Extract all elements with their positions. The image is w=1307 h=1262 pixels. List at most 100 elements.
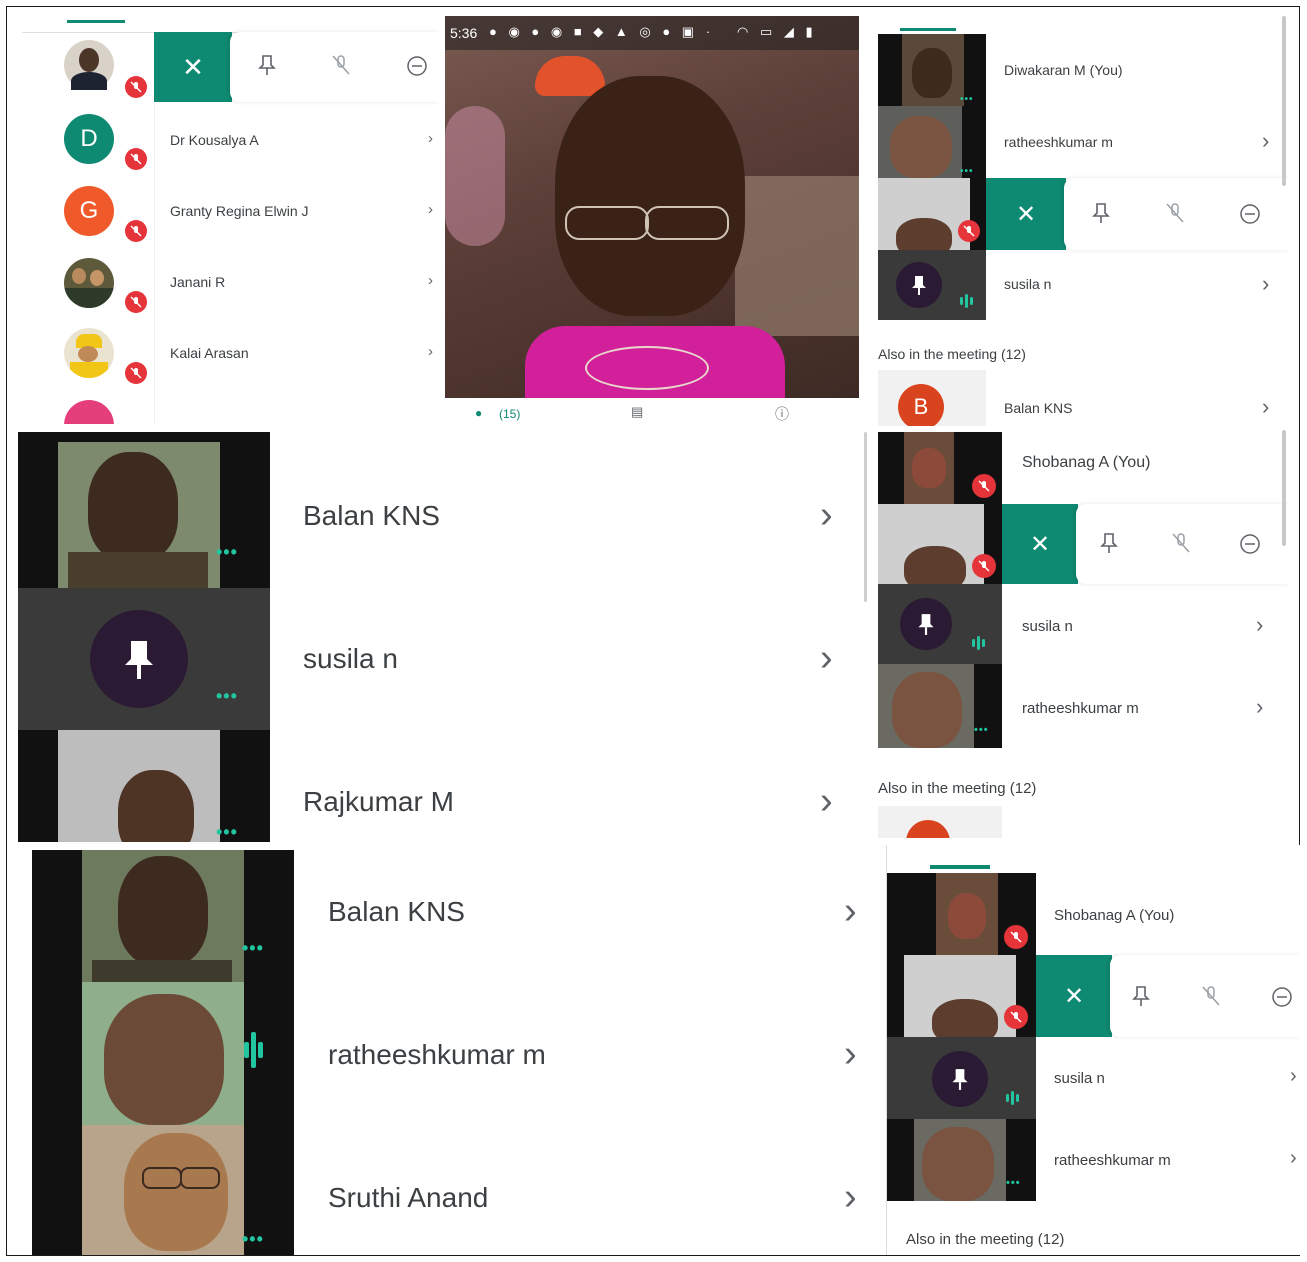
video-tile: •••	[18, 432, 270, 588]
pin-button[interactable]	[1128, 983, 1154, 1009]
chevron-right-icon[interactable]: ›	[820, 780, 833, 823]
participant-name[interactable]: susila n	[303, 643, 398, 675]
chevron-right-icon[interactable]: ›	[428, 272, 433, 289]
video-tile	[32, 982, 294, 1125]
close-button[interactable]: ✕	[1002, 504, 1078, 584]
pin-icon	[90, 610, 188, 708]
video-tile: •••	[32, 850, 294, 982]
section-header: Also in the meeting (12)	[906, 1231, 1065, 1248]
mute-button[interactable]	[328, 52, 354, 78]
chevron-right-icon[interactable]: ›	[844, 890, 857, 933]
pin-button[interactable]	[1096, 530, 1122, 556]
chevron-right-icon[interactable]: ›	[1256, 694, 1263, 720]
chevron-right-icon[interactable]: ›	[1262, 394, 1269, 420]
avatar: B	[898, 384, 944, 426]
participant-name[interactable]: Balan KNS	[1004, 400, 1072, 416]
video-tile: •••	[878, 106, 986, 178]
participant-name[interactable]: Sruthi Anand	[328, 1182, 488, 1214]
video-tile	[886, 1037, 1036, 1119]
chat-icon[interactable]: ▤	[631, 404, 643, 420]
chevron-right-icon[interactable]: ›	[1256, 612, 1263, 638]
mic-off-icon	[1004, 925, 1028, 949]
participant-name[interactable]: ratheeshkumar m	[1054, 1152, 1171, 1169]
scrollbar[interactable]	[864, 432, 867, 602]
remove-button[interactable]	[405, 54, 429, 78]
participant-name[interactable]: susila n	[1022, 618, 1073, 635]
video-tile: •••	[878, 664, 1002, 748]
video-tile: •••	[32, 1125, 294, 1255]
pin-button[interactable]	[254, 52, 280, 78]
scrollbar[interactable]	[1282, 16, 1286, 186]
participant-name[interactable]: Shobanag A (You)	[1054, 907, 1174, 924]
participants-panel-1: ✕ D Dr Kousalya A › G Granty Regina Elwi…	[22, 16, 440, 424]
participant-name[interactable]: ratheeshkumar m	[328, 1039, 546, 1071]
chevron-right-icon[interactable]: ›	[428, 130, 433, 147]
participants-panel-3: ••• Diwakaran M (You) ••• ratheeshkumar …	[878, 16, 1290, 426]
mic-off-icon	[1004, 1005, 1028, 1029]
mute-button[interactable]	[1162, 200, 1188, 226]
notification-icons: ● ◉ ● ◉ ■ ◆ ▲ ◎ ● ▣ ·	[489, 24, 715, 39]
video-tile	[878, 250, 986, 320]
audio-level-icon	[972, 636, 985, 650]
audio-dots-icon: •••	[216, 686, 238, 706]
video-tile: •••	[878, 34, 986, 106]
chevron-right-icon[interactable]: ›	[820, 637, 833, 680]
chevron-right-icon[interactable]: ›	[820, 494, 833, 537]
audio-dots-icon: •••	[974, 724, 989, 736]
people-icon[interactable]: ●	[475, 406, 482, 420]
close-button[interactable]: ✕	[986, 178, 1066, 250]
participant-name[interactable]: Shobanag A (You)	[1022, 454, 1150, 472]
participant-name[interactable]: ratheeshkumar m	[1004, 134, 1113, 150]
mute-button[interactable]	[1168, 530, 1194, 556]
participant-name[interactable]: susila n	[1054, 1070, 1105, 1087]
chevron-right-icon[interactable]: ›	[1262, 128, 1269, 154]
audio-dots-icon: •••	[242, 1229, 264, 1249]
participant-name[interactable]: Balan KNS	[328, 896, 465, 928]
audio-dots-icon: •••	[1006, 1177, 1021, 1189]
participant-name[interactable]: Diwakaran M (You)	[1004, 62, 1123, 78]
participant-name[interactable]: ratheeshkumar m	[1022, 700, 1139, 717]
mute-button[interactable]	[1198, 983, 1224, 1009]
audio-dots-icon: •••	[960, 166, 974, 177]
participant-name[interactable]: Rajkumar M	[303, 786, 454, 818]
bottom-toolbar: ● (15) ▤ ⓘ	[445, 398, 859, 424]
status-time: 5:36	[450, 25, 478, 41]
chevron-right-icon[interactable]: ›	[844, 1176, 857, 1219]
chevron-right-icon[interactable]: ›	[428, 201, 433, 218]
video-tile	[878, 584, 1002, 664]
participants-panel-7: Shobanag A (You) ✕ susila n › ••• rathee…	[886, 845, 1300, 1255]
pin-button[interactable]	[1088, 200, 1114, 226]
info-icon[interactable]: ⓘ	[775, 404, 789, 424]
pin-icon	[896, 262, 942, 308]
participant-name[interactable]: Granty Regina Elwin J	[170, 203, 309, 219]
participant-name[interactable]: Kalai Arasan	[170, 345, 249, 361]
participant-name[interactable]: Balan KNS	[303, 500, 440, 532]
audio-dots-icon: •••	[216, 822, 238, 842]
chevron-right-icon[interactable]: ›	[428, 343, 433, 360]
close-button[interactable]: ✕	[1036, 955, 1112, 1037]
close-button[interactable]: ✕	[154, 32, 232, 102]
remove-button[interactable]	[1238, 532, 1262, 556]
chevron-right-icon[interactable]: ›	[1290, 1147, 1297, 1170]
pin-icon	[900, 598, 952, 650]
participant-name[interactable]: susila n	[1004, 276, 1051, 292]
audio-dots-icon: •••	[216, 542, 238, 562]
participant-name[interactable]: Janani R	[170, 274, 225, 290]
chevron-right-icon[interactable]: ›	[844, 1033, 857, 1076]
mic-off-icon	[958, 220, 980, 242]
chevron-right-icon[interactable]: ›	[1262, 271, 1269, 297]
remove-button[interactable]	[1270, 985, 1294, 1009]
audio-level-icon	[960, 294, 973, 308]
video-tile: •••	[886, 1119, 1036, 1201]
chevron-right-icon[interactable]: ›	[1290, 1065, 1297, 1088]
video-panel: 5:36 ● ◉ ● ◉ ■ ◆ ▲ ◎ ● ▣ · ◠ ▭ ◢ ▮ ● (15…	[445, 16, 859, 424]
remove-button[interactable]	[1238, 202, 1262, 226]
participant-count: (15)	[499, 407, 521, 421]
pin-icon	[932, 1051, 988, 1107]
participant-name[interactable]: Dr Kousalya A	[170, 132, 259, 148]
tab-indicator	[930, 865, 990, 869]
participants-panel-6: ••• Balan KNS › ratheeshkumar m › ••• Sr…	[32, 850, 874, 1255]
audio-dots-icon: •••	[960, 94, 974, 105]
scrollbar[interactable]	[1282, 430, 1286, 546]
section-header: Also in the meeting (12)	[878, 346, 1026, 362]
